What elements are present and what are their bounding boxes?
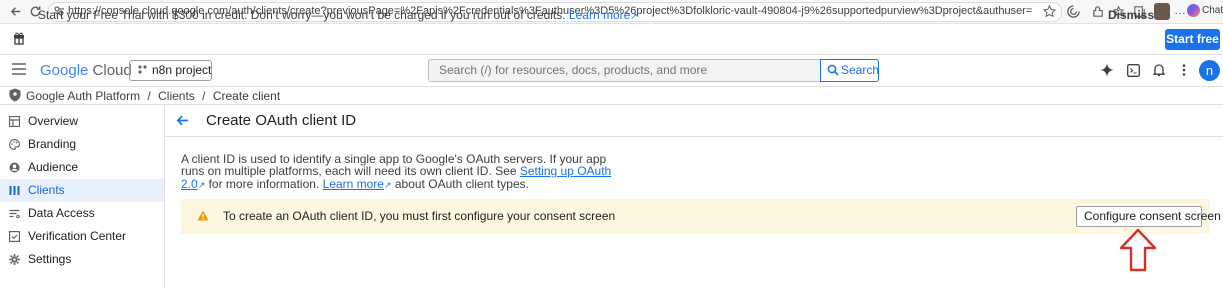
warning-text: To create an OAuth client ID, you must f… xyxy=(223,209,616,223)
sidebar-item-label: Overview xyxy=(28,114,79,128)
extensions-icon[interactable] xyxy=(1091,4,1106,19)
sidebar-item-label: Data Access xyxy=(28,206,95,220)
sidebar-item-label: Clients xyxy=(28,183,65,197)
back-arrow-icon[interactable] xyxy=(8,4,23,19)
filter-list-icon xyxy=(9,208,20,219)
external-link-icon: ↗ xyxy=(383,180,392,190)
notifications-bell-icon[interactable] xyxy=(1153,63,1165,77)
extension-sync-icon[interactable] xyxy=(1066,4,1081,19)
free-trial-banner xyxy=(0,24,1223,55)
star-icon[interactable] xyxy=(1042,4,1057,19)
breadcrumb: Google Auth Platform / Clients / Create … xyxy=(26,89,280,103)
gemini-sparkle-icon[interactable] xyxy=(1100,63,1114,77)
description-text: runs on multiple platforms, each will ne… xyxy=(181,164,520,178)
verified-box-icon xyxy=(9,231,20,242)
sidebar-item-label: Settings xyxy=(28,252,72,266)
breadcrumb-auth-platform[interactable]: Google Auth Platform xyxy=(26,89,140,103)
google-cloud-logo[interactable]: Google Cloud xyxy=(40,63,132,79)
sidebar-item-label: Audience xyxy=(28,160,79,174)
more-menu-icon[interactable]: … xyxy=(1174,2,1186,18)
back-arrow-icon[interactable] xyxy=(175,113,190,128)
copilot-icon[interactable] xyxy=(1187,4,1200,17)
gift-icon xyxy=(13,31,25,45)
sidebar-item-settings[interactable]: Settings xyxy=(0,248,164,271)
breadcrumb-separator: / xyxy=(202,89,206,103)
gear-icon xyxy=(9,254,20,265)
project-dots-icon xyxy=(137,64,148,75)
configure-consent-screen-label: Configure consent screen xyxy=(1084,209,1221,223)
project-name: n8n project xyxy=(152,63,212,77)
learn-more-link[interactable]: Learn more xyxy=(569,8,630,22)
sidebar-item-label: Branding xyxy=(28,137,77,151)
profile-picture-icon[interactable] xyxy=(1154,3,1170,20)
bar-chart-icon xyxy=(9,185,20,196)
sidebar-item-data-access[interactable]: Data Access xyxy=(0,202,164,225)
search-button-label: Search xyxy=(841,63,880,77)
sidebar-item-verification-center[interactable]: Verification Center xyxy=(0,225,164,248)
breadcrumb-clients[interactable]: Clients xyxy=(158,89,195,103)
shield-icon xyxy=(9,88,21,102)
oauth-2-link[interactable]: 2.0 xyxy=(181,177,198,191)
sidebar-item-overview[interactable]: Overview xyxy=(0,110,164,133)
learn-more-link[interactable]: Learn more xyxy=(323,177,384,191)
breadcrumb-create-client: Create client xyxy=(212,89,281,103)
logo-google: Google xyxy=(40,62,89,79)
dashboard-icon xyxy=(9,116,20,127)
breadcrumb-separator: / xyxy=(147,89,151,103)
search-icon xyxy=(827,64,839,76)
setting-up-oauth-link[interactable]: Setting up OAuth xyxy=(520,164,611,178)
page-title: Create OAuth client ID xyxy=(206,112,357,129)
hamburger-menu-icon[interactable] xyxy=(12,63,26,75)
more-vert-icon[interactable] xyxy=(1181,63,1187,77)
account-avatar[interactable]: n xyxy=(1199,60,1220,81)
annotation-arrow xyxy=(1118,228,1158,272)
chat-label[interactable]: Chat xyxy=(1202,5,1223,17)
description-text: for more information. xyxy=(205,177,323,191)
warning-icon xyxy=(197,210,209,221)
account-circle-icon xyxy=(9,162,20,173)
palette-icon xyxy=(9,139,20,150)
description-text: about OAuth client types. xyxy=(391,177,529,191)
sidebar-item-audience[interactable]: Audience xyxy=(0,156,164,179)
logo-cloud: Cloud xyxy=(92,62,132,79)
dismiss-button[interactable]: Dismiss xyxy=(1108,8,1154,22)
sidebar: Overview Branding Audience Clients Data … xyxy=(0,105,165,288)
external-link-icon: ↗ xyxy=(630,11,638,21)
sidebar-item-label: Verification Center xyxy=(28,229,127,243)
sidebar-item-branding[interactable]: Branding xyxy=(0,133,164,156)
sidebar-item-clients[interactable]: Clients xyxy=(0,179,164,202)
start-free-button[interactable]: Start free xyxy=(1165,29,1220,50)
cloud-shell-icon[interactable] xyxy=(1127,64,1140,77)
description-line-3: 2.0↗ for more information. Learn more↗ a… xyxy=(181,177,529,193)
search-input[interactable] xyxy=(439,63,809,77)
trial-message: Start your Free Trial with $300 in credi… xyxy=(38,8,566,22)
trial-text: Start your Free Trial with $300 in credi… xyxy=(38,8,638,23)
